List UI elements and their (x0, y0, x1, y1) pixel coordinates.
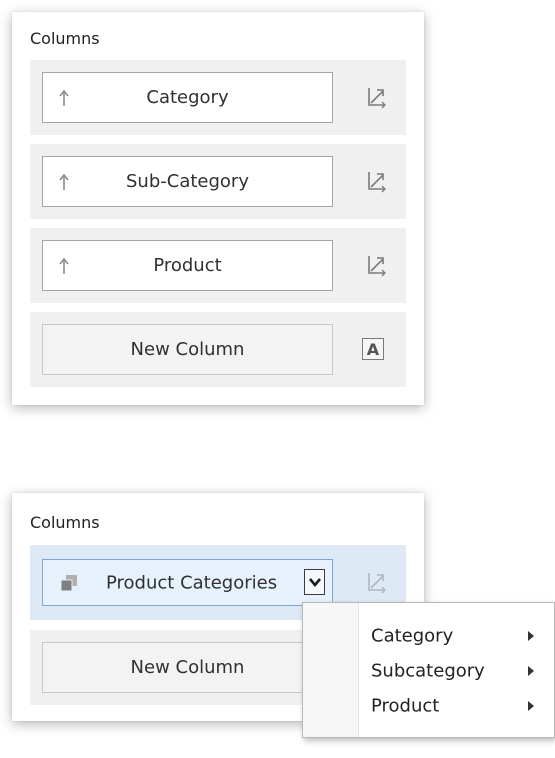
new-column-button[interactable]: New Column (42, 324, 333, 375)
column-field-category[interactable]: Category (42, 72, 333, 123)
column-field-product[interactable]: Product (42, 240, 333, 291)
column-row-product: Product (30, 228, 406, 303)
column-field-sub-category[interactable]: Sub-Category (42, 156, 333, 207)
column-row-category: Category (30, 60, 406, 135)
triangle-right-icon (528, 631, 534, 641)
column-field-label: Product Categories (106, 572, 278, 593)
menu-item-category[interactable]: Category (303, 619, 554, 653)
new-column-row: New Column A (30, 312, 406, 387)
column-field-label: Sub-Category (126, 171, 249, 192)
new-column-label: New Column (130, 339, 245, 360)
columns-panel: Columns Category Sub-Category Product Ne… (12, 12, 424, 405)
new-column-button[interactable]: New Column (42, 642, 333, 693)
panel-title: Columns (30, 513, 100, 532)
panel-title: Columns (30, 29, 100, 48)
column-field-label: Category (146, 87, 229, 108)
dropdown-button[interactable] (304, 569, 325, 595)
column-type-icon[interactable] (365, 85, 389, 109)
column-field-label: Product (153, 255, 222, 276)
triangle-right-icon (528, 666, 534, 676)
sort-arrow-icon[interactable] (57, 256, 71, 276)
menu-item-label: Subcategory (371, 660, 485, 682)
chevron-down-icon (308, 578, 321, 587)
menu-item-subcategory[interactable]: Subcategory (303, 654, 554, 688)
hierarchy-icon (60, 575, 77, 592)
new-column-label: New Column (130, 657, 245, 678)
text-format-icon[interactable]: A (362, 338, 384, 360)
menu-item-label: Category (371, 625, 454, 647)
menu-item-product[interactable]: Product (303, 689, 554, 723)
sort-arrow-icon[interactable] (57, 88, 71, 108)
triangle-right-icon (528, 701, 534, 711)
column-field-product-categories[interactable]: Product Categories (42, 559, 333, 606)
column-type-icon[interactable] (365, 570, 389, 594)
menu-item-label: Product (371, 695, 440, 717)
context-menu: Category Subcategory Product (302, 602, 555, 738)
column-type-icon[interactable] (365, 169, 389, 193)
column-type-icon[interactable] (365, 253, 389, 277)
column-row-sub-category: Sub-Category (30, 144, 406, 219)
sort-arrow-icon[interactable] (57, 172, 71, 192)
